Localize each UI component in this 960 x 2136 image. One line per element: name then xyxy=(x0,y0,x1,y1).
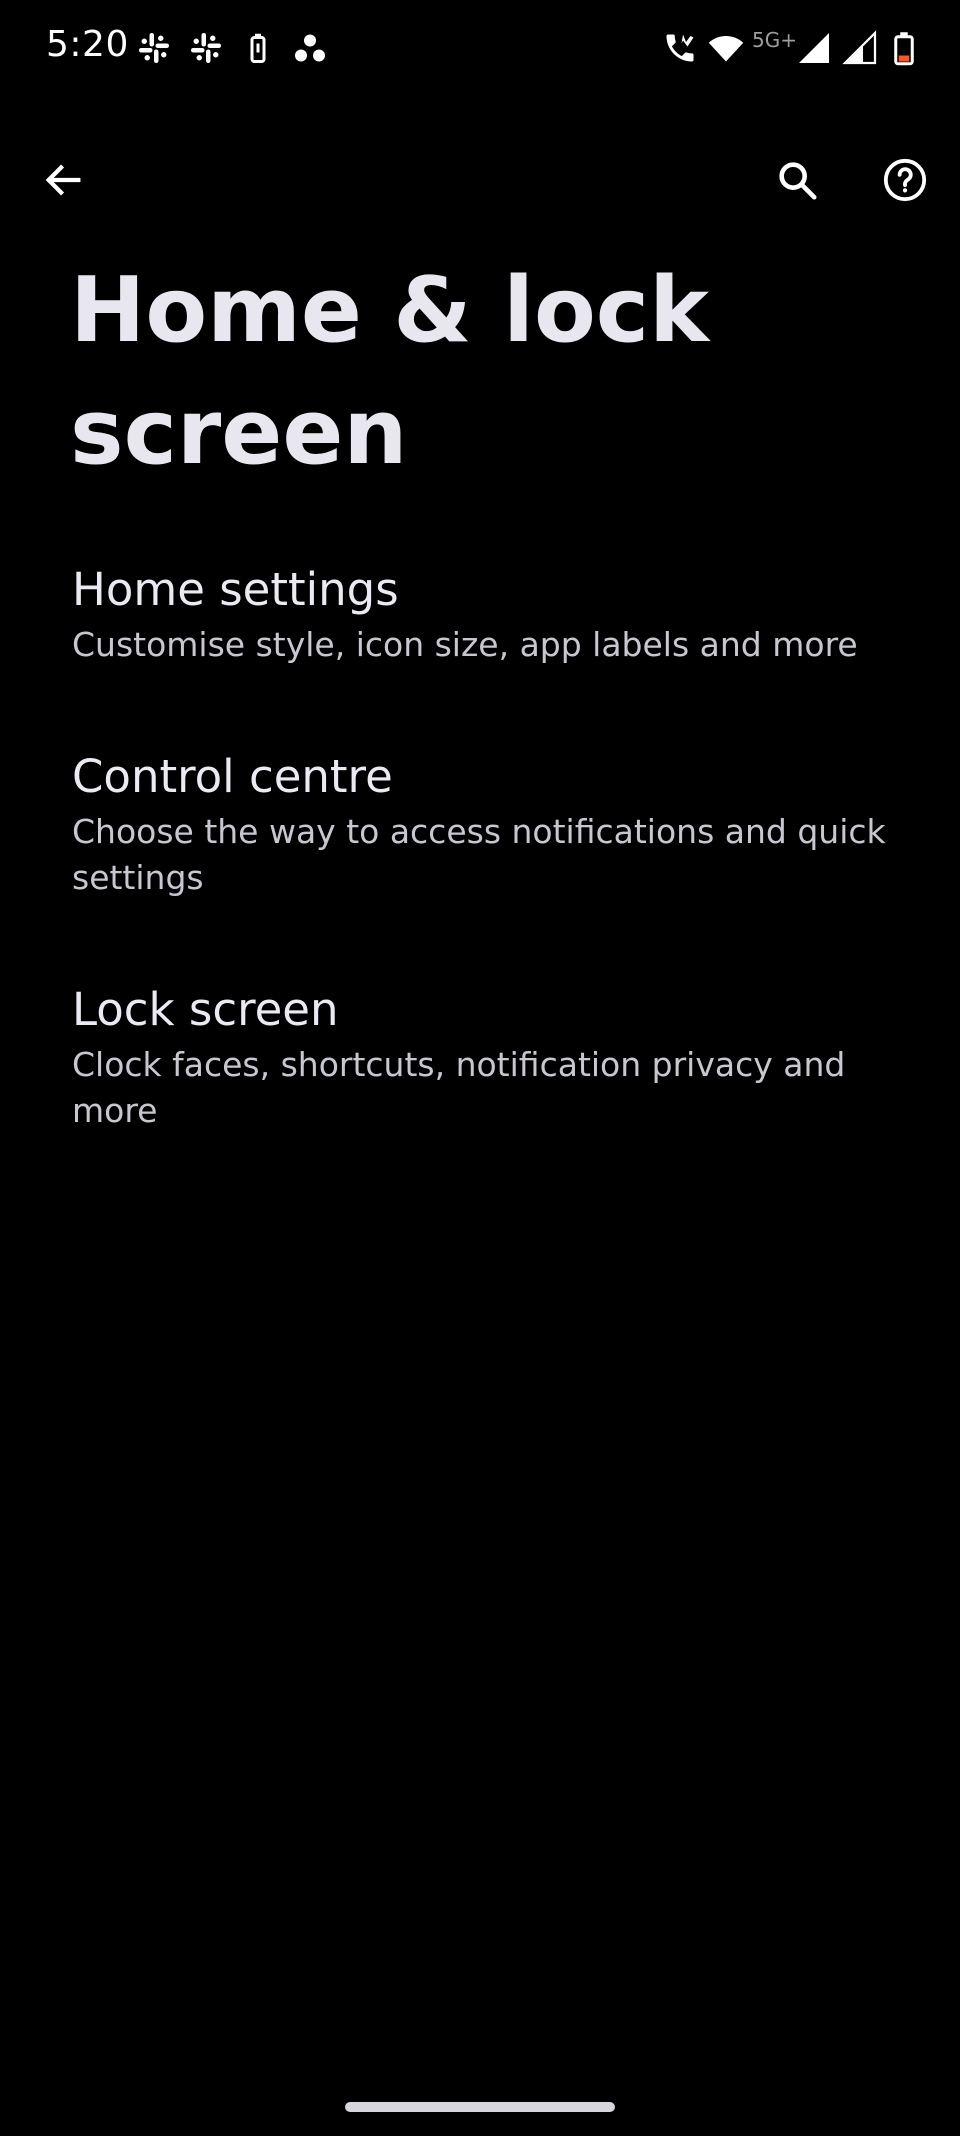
page-title: Home & lock screen xyxy=(70,258,710,485)
setting-summary: Clock faces, shortcuts, notification pri… xyxy=(72,1045,846,1130)
status-time: 5:20 xyxy=(46,24,129,65)
dots-app-icon xyxy=(292,30,328,66)
setting-summary: Choose the way to access notifications a… xyxy=(72,812,886,897)
network-type-label: 5G+ xyxy=(752,28,797,52)
wifi-icon xyxy=(708,30,744,66)
setting-summary: Customise style, icon size, app labels a… xyxy=(72,625,858,664)
setting-item-lock-screen[interactable]: Lock screen Clock faces, shortcuts, noti… xyxy=(0,980,960,1134)
help-button[interactable] xyxy=(873,148,937,212)
wifi-calling-icon xyxy=(662,30,698,66)
setting-title: Control centre xyxy=(72,750,393,803)
setting-item-control-centre[interactable]: Control centre Choose the way to access … xyxy=(0,747,960,901)
search-icon xyxy=(779,162,817,200)
help-circle-icon xyxy=(883,158,927,202)
setting-title: Lock screen xyxy=(72,983,339,1036)
status-bar: 5:20 5G+ xyxy=(0,0,960,96)
signal-full-icon xyxy=(796,30,832,66)
search-button[interactable] xyxy=(765,148,829,212)
signal-partial-icon xyxy=(842,30,878,66)
slack-icon xyxy=(136,30,172,66)
battery-saver-icon xyxy=(240,30,276,66)
battery-low-icon xyxy=(886,30,922,66)
arrow-back-icon xyxy=(45,164,81,196)
setting-item-home-settings[interactable]: Home settings Customise style, icon size… xyxy=(0,560,960,668)
slack-icon xyxy=(188,30,224,66)
setting-title: Home settings xyxy=(72,563,399,616)
back-button[interactable] xyxy=(31,148,95,212)
gesture-nav-handle[interactable] xyxy=(345,2102,615,2112)
